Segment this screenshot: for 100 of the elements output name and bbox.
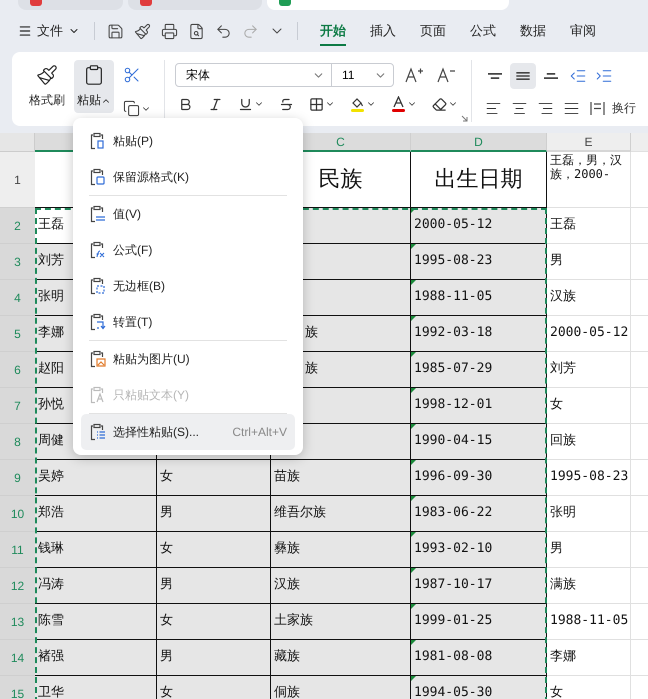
font-selector[interactable]: 宋体 11 <box>175 63 394 87</box>
table-cell: 汉族 <box>547 280 631 316</box>
printer-icon[interactable] <box>161 22 178 40</box>
table-cell: 1988-11-05 <box>411 280 547 316</box>
file-menu[interactable]: 文件 <box>16 20 82 42</box>
ribbon-tab[interactable]: 开始 <box>320 16 346 46</box>
table-cell: 土家族 <box>271 604 411 640</box>
table-cell: 吴婷 <box>35 460 157 496</box>
table-cell: 满族 <box>547 568 631 604</box>
font-color-icon <box>391 96 406 112</box>
bold-icon <box>178 96 193 112</box>
table-cell: 男 <box>157 496 271 532</box>
distribute-icon <box>589 100 606 117</box>
paint-bucket-icon <box>350 96 365 112</box>
save-icon[interactable] <box>107 22 124 40</box>
brush-icon[interactable] <box>134 22 151 40</box>
decrease-font-icon <box>437 67 455 83</box>
table-cell: 1993-02-10 <box>411 532 547 568</box>
table-cell: 陈雪 <box>35 604 157 640</box>
increase-font-icon <box>405 67 423 83</box>
table-cell: 男 <box>547 244 631 280</box>
table-cell: 汉族 <box>271 568 411 604</box>
brush-icon <box>36 64 58 86</box>
paste-button[interactable]: 粘贴 <box>74 60 114 113</box>
table-cell: 女 <box>547 388 631 424</box>
clipboard-icon <box>89 241 107 259</box>
column-header[interactable]: E <box>547 133 631 152</box>
justify-icon <box>563 100 580 117</box>
copy-icon <box>123 100 140 117</box>
indent-increase-icon <box>595 67 613 85</box>
table-cell: 1985-07-29 <box>411 352 547 388</box>
table-cell: 回族 <box>547 424 631 460</box>
clipboard-icon <box>89 313 107 331</box>
undo-icon[interactable] <box>215 22 232 40</box>
eraser-icon <box>432 96 447 112</box>
table-cell: 郑浩 <box>35 496 157 532</box>
table-cell: 褚强 <box>35 640 157 676</box>
ribbon-tab[interactable]: 公式 <box>470 16 496 46</box>
document-tab[interactable] <box>128 0 262 10</box>
clipboard-icon <box>89 350 107 368</box>
table-cell: 2000-05-12 <box>547 316 631 352</box>
table-cell: 张明 <box>547 496 631 532</box>
grid-icon <box>309 96 324 112</box>
strikethrough-icon <box>279 96 294 112</box>
align-left-icon <box>485 100 502 117</box>
ribbon-tab[interactable]: 页面 <box>420 16 446 46</box>
print-preview-icon[interactable] <box>188 22 205 40</box>
row-header[interactable]: 1 <box>0 152 35 208</box>
table-cell: 王磊 <box>547 208 631 244</box>
align-icon <box>516 72 530 80</box>
clipboard-icon <box>89 277 107 295</box>
dialog-launcher-icon[interactable] <box>461 115 468 122</box>
table-cell: 男 <box>547 532 631 568</box>
format-painter-button[interactable]: 格式刷 <box>26 60 68 113</box>
table-cell: 1995-08-23 <box>547 460 631 496</box>
table-cell: 彝族 <box>271 532 411 568</box>
ribbon-tab[interactable]: 审阅 <box>570 16 596 46</box>
table-cell: 冯涛 <box>35 568 157 604</box>
ribbon-tab[interactable]: 插入 <box>370 16 396 46</box>
table-cell: 女 <box>157 604 271 640</box>
wrap-text-button[interactable]: 换行 <box>612 97 636 120</box>
table-cell: 1996-09-30 <box>411 460 547 496</box>
scissors-icon <box>123 66 141 84</box>
table-cell: 苗族 <box>271 460 411 496</box>
menu-item[interactable]: 选择性粘贴(S)... Ctrl+Alt+V <box>81 414 295 450</box>
table-cell: 侗族 <box>271 676 411 699</box>
table-cell: 女 <box>547 676 631 699</box>
align-icon <box>488 73 502 79</box>
indent-decrease-icon <box>569 67 587 85</box>
underline-icon <box>238 96 253 112</box>
clipboard-icon <box>89 168 107 186</box>
table-cell: 女 <box>157 460 271 496</box>
table-cell: 1981-08-08 <box>411 640 547 676</box>
table-cell: 1990-04-15 <box>411 424 547 460</box>
table-cell: 出生日期 <box>411 152 547 208</box>
align-center-icon <box>511 100 528 117</box>
table-cell: 1995-08-23 <box>411 244 547 280</box>
italic-icon <box>208 96 223 112</box>
table-cell: 1992-03-18 <box>411 316 547 352</box>
table-cell: 钱琳 <box>35 532 157 568</box>
document-tab[interactable] <box>267 0 509 10</box>
document-tab[interactable] <box>18 0 123 10</box>
table-cell: 1988-11-05 <box>547 604 631 640</box>
clipboard-icon <box>89 423 107 441</box>
table-cell: 2000-05-12 <box>411 208 547 244</box>
table-cell: 1998-12-01 <box>411 388 547 424</box>
table-cell: 藏族 <box>271 640 411 676</box>
table-cell: 1983-06-22 <box>411 496 547 532</box>
table-cell: 李娜 <box>547 640 631 676</box>
table-cell: 女 <box>157 676 271 699</box>
table-cell: 王磊，男，汉族，2000- <box>547 152 631 208</box>
ribbon-tab[interactable]: 数据 <box>520 16 546 46</box>
table-cell: 1987-10-17 <box>411 568 547 604</box>
table-cell: 1999-01-25 <box>411 604 547 640</box>
table-cell: 男 <box>157 568 271 604</box>
font-name: 宋体 <box>186 66 210 84</box>
shortcut-label: Ctrl+Alt+V <box>232 425 287 439</box>
table-cell: 维吾尔族 <box>271 496 411 532</box>
menu-icon <box>18 24 32 38</box>
middle-align-button[interactable] <box>510 63 536 89</box>
